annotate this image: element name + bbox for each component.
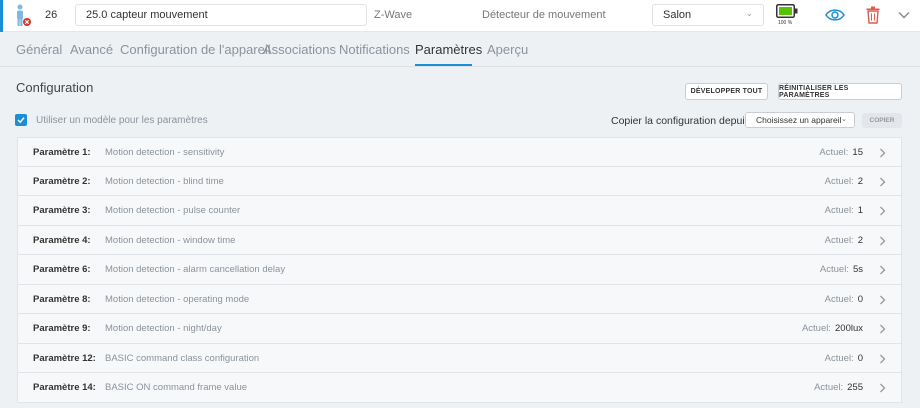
parameter-label: Paramètre 9:	[33, 323, 91, 334]
room-select-value: Salon	[663, 9, 692, 21]
parameter-label: Paramètre 6:	[33, 264, 91, 275]
parameter-description: Motion detection - pulse counter	[105, 205, 241, 216]
parameter-current-label: Actuel:	[819, 264, 849, 275]
tab-bar: Général Avancé Configuration de l'appare…	[0, 33, 920, 67]
parameter-current-value: 200lux	[835, 323, 863, 334]
parameter-current: Actuel: 200lux	[802, 323, 863, 334]
parameter-current: Actuel: 2	[825, 235, 863, 246]
parameter-current-label: Actuel:	[801, 323, 831, 334]
parameter-current-value: 5s	[852, 264, 863, 275]
copy-button[interactable]: Copier	[862, 113, 902, 128]
parameter-current-label: Actuel:	[824, 293, 854, 305]
tab-associations[interactable]: Associations	[263, 42, 336, 57]
parameter-current-value: 1	[857, 205, 863, 216]
device-id: 26	[45, 9, 58, 21]
chevron-right-icon[interactable]	[879, 383, 886, 393]
copy-device-select-value: Choisissez un appareil	[756, 115, 842, 125]
check-icon	[17, 117, 25, 124]
config-title: Configuration	[16, 80, 94, 95]
parameter-row[interactable]: Paramètre 9: Motion detection - night/day…	[17, 314, 902, 344]
parameter-current-value: 2	[857, 234, 863, 246]
tab-general[interactable]: Général	[16, 42, 62, 57]
parameter-label: Paramètre 8:	[33, 293, 91, 305]
tab-overview[interactable]: Aperçu	[487, 42, 528, 57]
parameter-label: Paramètre 3:	[33, 205, 91, 216]
room-select[interactable]: Salon ⌄	[652, 4, 764, 26]
parameter-row[interactable]: Paramètre 8: Motion detection - operating…	[17, 284, 902, 314]
parameter-row[interactable]: Paramètre 3: Motion detection - pulse cou…	[17, 196, 902, 226]
chevron-right-icon[interactable]	[879, 206, 886, 216]
battery-icon	[776, 4, 798, 18]
parameter-row[interactable]: Paramètre 4: Motion detection - window ti…	[17, 225, 902, 255]
parameter-label: Paramètre 12:	[33, 352, 96, 364]
parameter-current-label: Actuel:	[824, 234, 854, 246]
copy-from-label: Copier la configuration depuis:	[611, 115, 753, 127]
tab-parameters[interactable]: Paramètres	[415, 42, 482, 57]
battery-level: 100 %	[778, 20, 793, 26]
chevron-right-icon[interactable]	[879, 236, 886, 246]
parameter-description: BASIC ON command frame value	[105, 382, 248, 393]
parameter-description: Motion detection - window time	[105, 234, 236, 246]
trash-icon[interactable]	[866, 6, 880, 24]
parameter-label: Paramètre 2:	[33, 175, 91, 187]
chevron-right-icon[interactable]	[879, 265, 886, 275]
parameter-row[interactable]: Paramètre 6: Motion detection - alarm can…	[17, 255, 902, 285]
parameter-label: Paramètre 14:	[33, 382, 96, 393]
active-tab-indicator	[415, 64, 472, 66]
parameter-label: Paramètre 1:	[33, 147, 91, 158]
parameter-current-label: Actuel:	[824, 175, 854, 187]
device-type: Détecteur de mouvement	[482, 9, 606, 21]
parameter-current-value: 0	[857, 293, 863, 305]
reset-parameters-button[interactable]: Réinitialiser les paramètres	[778, 83, 902, 100]
parameter-current: Actuel: 15	[819, 147, 863, 158]
parameter-current-label: Actuel:	[824, 205, 854, 216]
parameter-current-value: 15	[852, 147, 863, 158]
parameter-row[interactable]: Paramètre 14: BASIC ON command frame valu…	[17, 373, 902, 403]
parameter-current: Actuel: 0	[825, 353, 863, 364]
parameter-current-label: Actuel:	[824, 352, 854, 364]
parameter-row[interactable]: Paramètre 1: Motion detection - sensitivi…	[17, 137, 902, 167]
chevron-down-icon: ⌄	[841, 116, 847, 123]
chevron-right-icon[interactable]	[879, 148, 886, 158]
tab-notifications[interactable]: Notifications	[339, 42, 410, 57]
chevron-right-icon[interactable]	[879, 354, 886, 364]
row-accent-bar	[0, 0, 3, 32]
parameter-current: Actuel: 1	[825, 205, 863, 216]
parameter-description: Motion detection - operating mode	[105, 293, 250, 305]
chevron-down-icon: ⌄	[745, 8, 753, 18]
expand-all-button[interactable]: Développer tout	[685, 83, 768, 100]
device-name-input[interactable]	[75, 4, 367, 26]
parameter-current-label: Actuel:	[819, 147, 849, 158]
use-template-checkbox[interactable]	[15, 114, 27, 126]
parameter-row[interactable]: Paramètre 2: Motion detection - blind tim…	[17, 166, 902, 196]
parameter-row[interactable]: Paramètre 12: BASIC command class configu…	[17, 343, 902, 373]
copy-device-select[interactable]: Choisissez un appareil ⌄	[745, 112, 855, 128]
parameter-current: Actuel: 2	[825, 176, 863, 187]
parameter-list: Paramètre 1: Motion detection - sensitivi…	[17, 137, 902, 403]
parameter-current-value: 255	[847, 382, 863, 393]
tab-device-configuration[interactable]: Configuration de l'appareil	[120, 42, 271, 57]
parameter-current-value: 0	[857, 352, 863, 364]
parameter-description: BASIC command class configuration	[105, 352, 260, 364]
device-row: 26 Z-Wave Détecteur de mouvement Salon ⌄…	[0, 0, 920, 32]
tab-advanced[interactable]: Avancé	[70, 42, 113, 57]
chevron-right-icon[interactable]	[879, 177, 886, 187]
parameter-current-value: 2	[857, 175, 863, 187]
person-icon	[17, 4, 31, 26]
parameter-current: Actuel: 255	[814, 382, 863, 393]
parameter-description: Motion detection - alarm cancellation de…	[105, 264, 286, 275]
chevron-right-icon[interactable]	[879, 324, 886, 334]
parameter-current: Actuel: 0	[825, 294, 863, 305]
parameter-description: Motion detection - blind time	[105, 175, 224, 187]
eye-icon[interactable]	[825, 8, 845, 22]
parameter-label: Paramètre 4:	[33, 234, 91, 246]
chevron-right-icon[interactable]	[879, 295, 886, 305]
device-protocol: Z-Wave	[374, 9, 413, 21]
chevron-down-icon[interactable]	[898, 10, 910, 20]
parameter-description: Motion detection - night/day	[105, 323, 222, 334]
parameter-current: Actuel: 5s	[820, 264, 863, 275]
parameter-current-label: Actuel:	[814, 382, 844, 393]
parameter-description: Motion detection - sensitivity	[105, 147, 225, 158]
use-template-label: Utiliser un modèle pour les paramètres	[36, 115, 208, 126]
